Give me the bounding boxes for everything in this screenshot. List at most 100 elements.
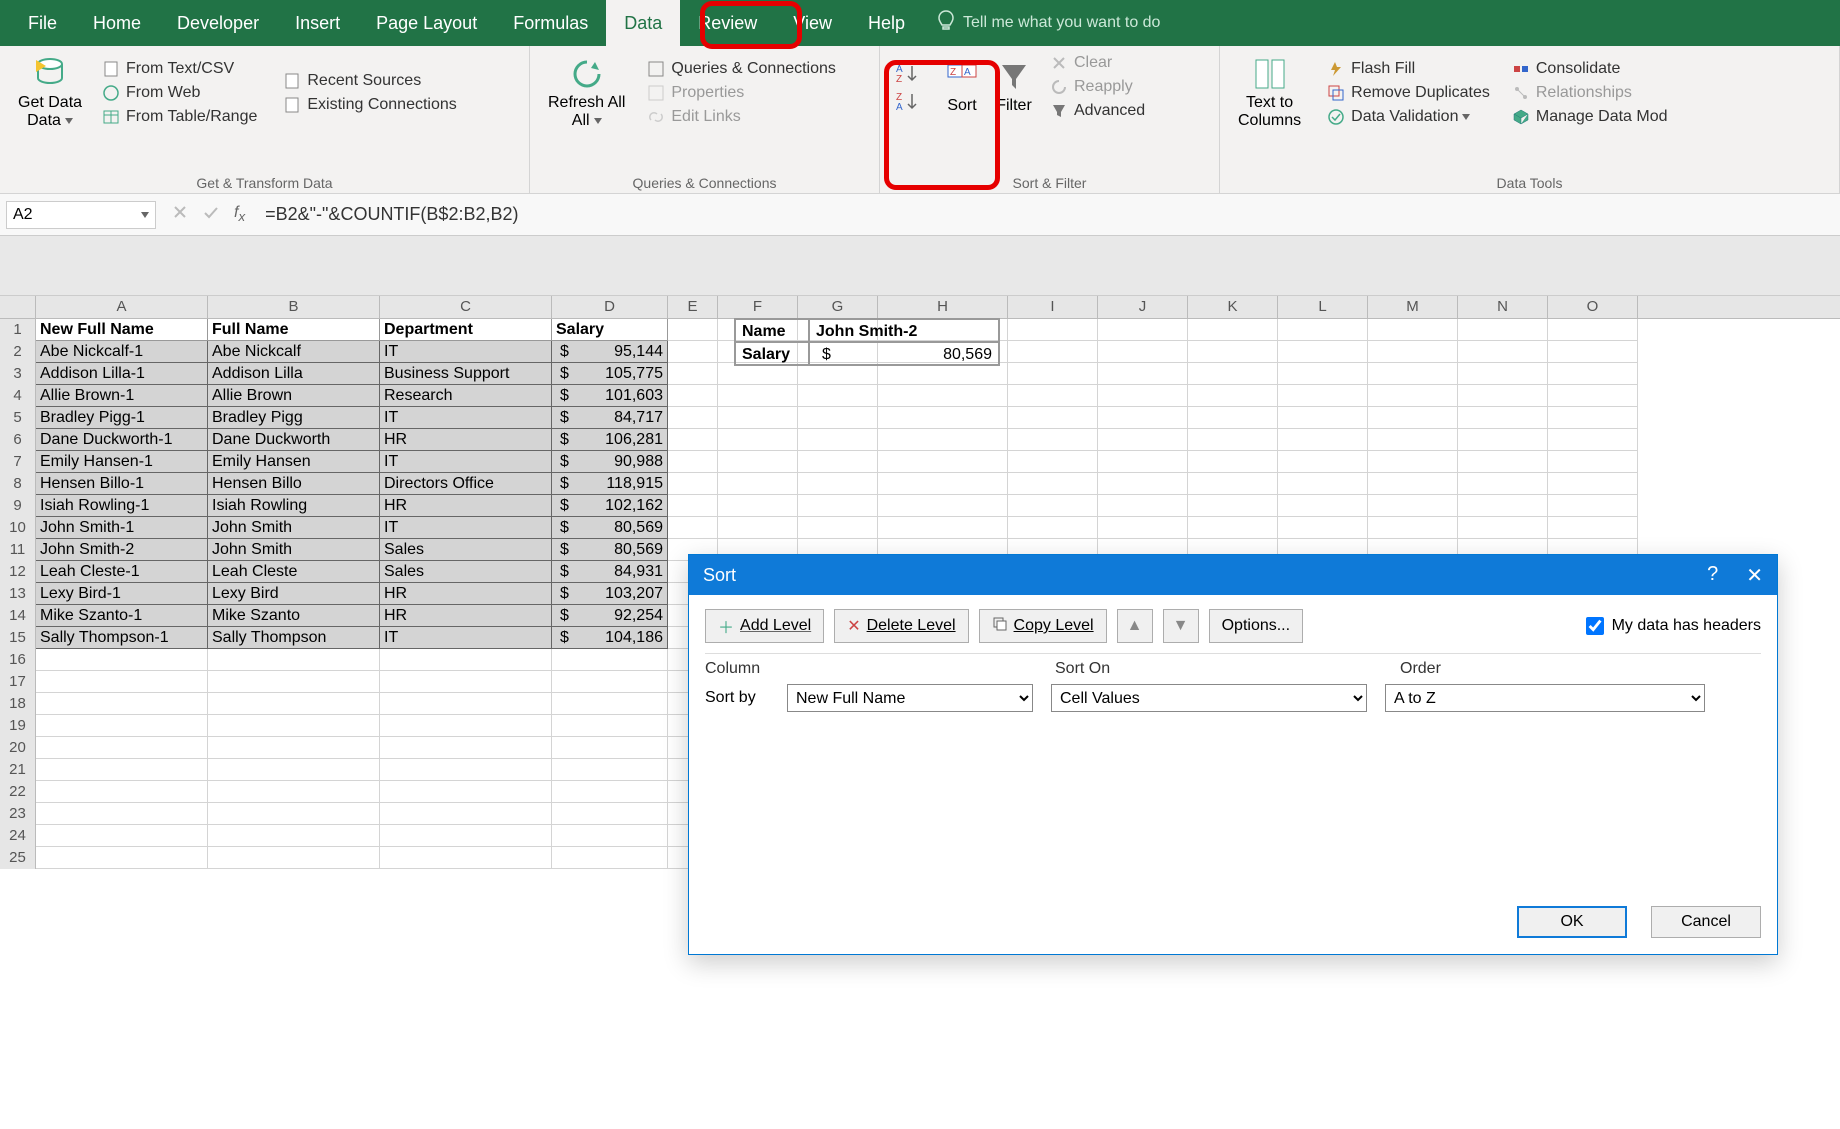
cell[interactable] (36, 671, 208, 693)
row-header[interactable]: 25 (0, 847, 36, 869)
cell[interactable] (718, 473, 798, 495)
sort-order-select[interactable]: A to Z (1385, 684, 1705, 712)
row-header[interactable]: 14 (0, 605, 36, 627)
cell[interactable] (208, 847, 380, 869)
cell[interactable]: Bradley Pigg (208, 407, 380, 429)
cell[interactable]: Addison Lilla-1 (36, 363, 208, 385)
cell[interactable] (380, 737, 552, 759)
row-header[interactable]: 20 (0, 737, 36, 759)
cell[interactable] (1458, 407, 1548, 429)
flash-fill[interactable]: Flash Fill (1323, 58, 1494, 80)
row-header[interactable]: 16 (0, 649, 36, 671)
col-header[interactable]: C (380, 296, 552, 318)
cell[interactable] (1548, 429, 1638, 451)
cell[interactable] (380, 803, 552, 825)
recent-sources[interactable]: Recent Sources (279, 70, 460, 92)
cell[interactable] (878, 385, 1008, 407)
col-header[interactable]: E (668, 296, 718, 318)
cell[interactable] (1188, 495, 1278, 517)
cell[interactable] (798, 363, 878, 385)
menu-insert[interactable]: Insert (277, 0, 358, 46)
cell[interactable] (380, 781, 552, 803)
text-to-columns[interactable]: Text to Columns (1230, 52, 1309, 134)
menu-home[interactable]: Home (75, 0, 159, 46)
row-header[interactable]: 4 (0, 385, 36, 407)
cell[interactable]: Dane Duckworth (208, 429, 380, 451)
cell[interactable]: Allie Brown (208, 385, 380, 407)
row-header[interactable]: 6 (0, 429, 36, 451)
row-header[interactable]: 22 (0, 781, 36, 803)
options-button[interactable]: Options... (1209, 609, 1303, 643)
cell[interactable] (380, 693, 552, 715)
cell[interactable] (1008, 495, 1098, 517)
sort-button[interactable]: ZA Sort (936, 55, 988, 119)
menu-file[interactable]: File (10, 0, 75, 46)
row-header[interactable]: 15 (0, 627, 36, 649)
cell[interactable] (1188, 407, 1278, 429)
cell[interactable] (1458, 473, 1548, 495)
cell[interactable]: $106,281 (552, 429, 668, 451)
menu-review[interactable]: Review (680, 0, 775, 46)
reapply-filter[interactable]: Reapply (1046, 76, 1149, 98)
cell[interactable] (718, 517, 798, 539)
row-header[interactable]: 23 (0, 803, 36, 825)
cell[interactable] (380, 847, 552, 869)
cell[interactable]: Full Name (208, 319, 380, 341)
cell[interactable] (1188, 363, 1278, 385)
cell[interactable] (878, 407, 1008, 429)
cell[interactable] (1188, 319, 1278, 341)
cell[interactable] (1368, 407, 1458, 429)
enter-icon[interactable] (202, 204, 220, 225)
cell[interactable] (380, 715, 552, 737)
cell[interactable]: HR (380, 605, 552, 627)
data-validation[interactable]: Data Validation (1323, 106, 1494, 128)
cell[interactable]: Hensen Billo (208, 473, 380, 495)
cell[interactable] (36, 715, 208, 737)
cell[interactable] (718, 385, 798, 407)
cell[interactable]: Mike Szanto-1 (36, 605, 208, 627)
cell[interactable] (798, 407, 878, 429)
cell[interactable]: Sales (380, 561, 552, 583)
cell[interactable]: Emily Hansen (208, 451, 380, 473)
cell[interactable]: Lexy Bird-1 (36, 583, 208, 605)
cell[interactable]: Salary (552, 319, 668, 341)
cell[interactable] (1368, 473, 1458, 495)
cell[interactable] (1458, 385, 1548, 407)
cell[interactable] (718, 451, 798, 473)
cell[interactable] (1368, 495, 1458, 517)
cell[interactable]: Addison Lilla (208, 363, 380, 385)
cell[interactable] (668, 451, 718, 473)
cell[interactable] (1368, 385, 1458, 407)
cell[interactable] (1008, 385, 1098, 407)
cell[interactable] (718, 407, 798, 429)
cell[interactable] (668, 319, 718, 341)
col-header[interactable]: F (718, 296, 798, 318)
cell[interactable] (552, 759, 668, 781)
cell[interactable] (668, 341, 718, 363)
cell[interactable]: Sally Thompson (208, 627, 380, 649)
cell[interactable] (668, 429, 718, 451)
cell[interactable]: $92,254 (552, 605, 668, 627)
cell[interactable] (36, 693, 208, 715)
cell[interactable] (798, 429, 878, 451)
cell[interactable] (1188, 473, 1278, 495)
cell[interactable] (1188, 385, 1278, 407)
cell[interactable] (1188, 517, 1278, 539)
cell[interactable] (208, 781, 380, 803)
cell[interactable] (1008, 429, 1098, 451)
cell[interactable]: $84,931 (552, 561, 668, 583)
cell[interactable] (208, 825, 380, 847)
existing-connections[interactable]: Existing Connections (279, 94, 460, 116)
cell[interactable]: Emily Hansen-1 (36, 451, 208, 473)
cell[interactable] (380, 671, 552, 693)
cell[interactable] (1008, 451, 1098, 473)
cell[interactable]: Isiah Rowling (208, 495, 380, 517)
cell[interactable] (1458, 517, 1548, 539)
cell[interactable] (1368, 451, 1458, 473)
col-header[interactable]: J (1098, 296, 1188, 318)
cell[interactable] (1098, 407, 1188, 429)
clear-filter[interactable]: Clear (1046, 52, 1149, 74)
cell[interactable]: IT (380, 407, 552, 429)
cell[interactable] (1098, 451, 1188, 473)
cell[interactable] (36, 781, 208, 803)
